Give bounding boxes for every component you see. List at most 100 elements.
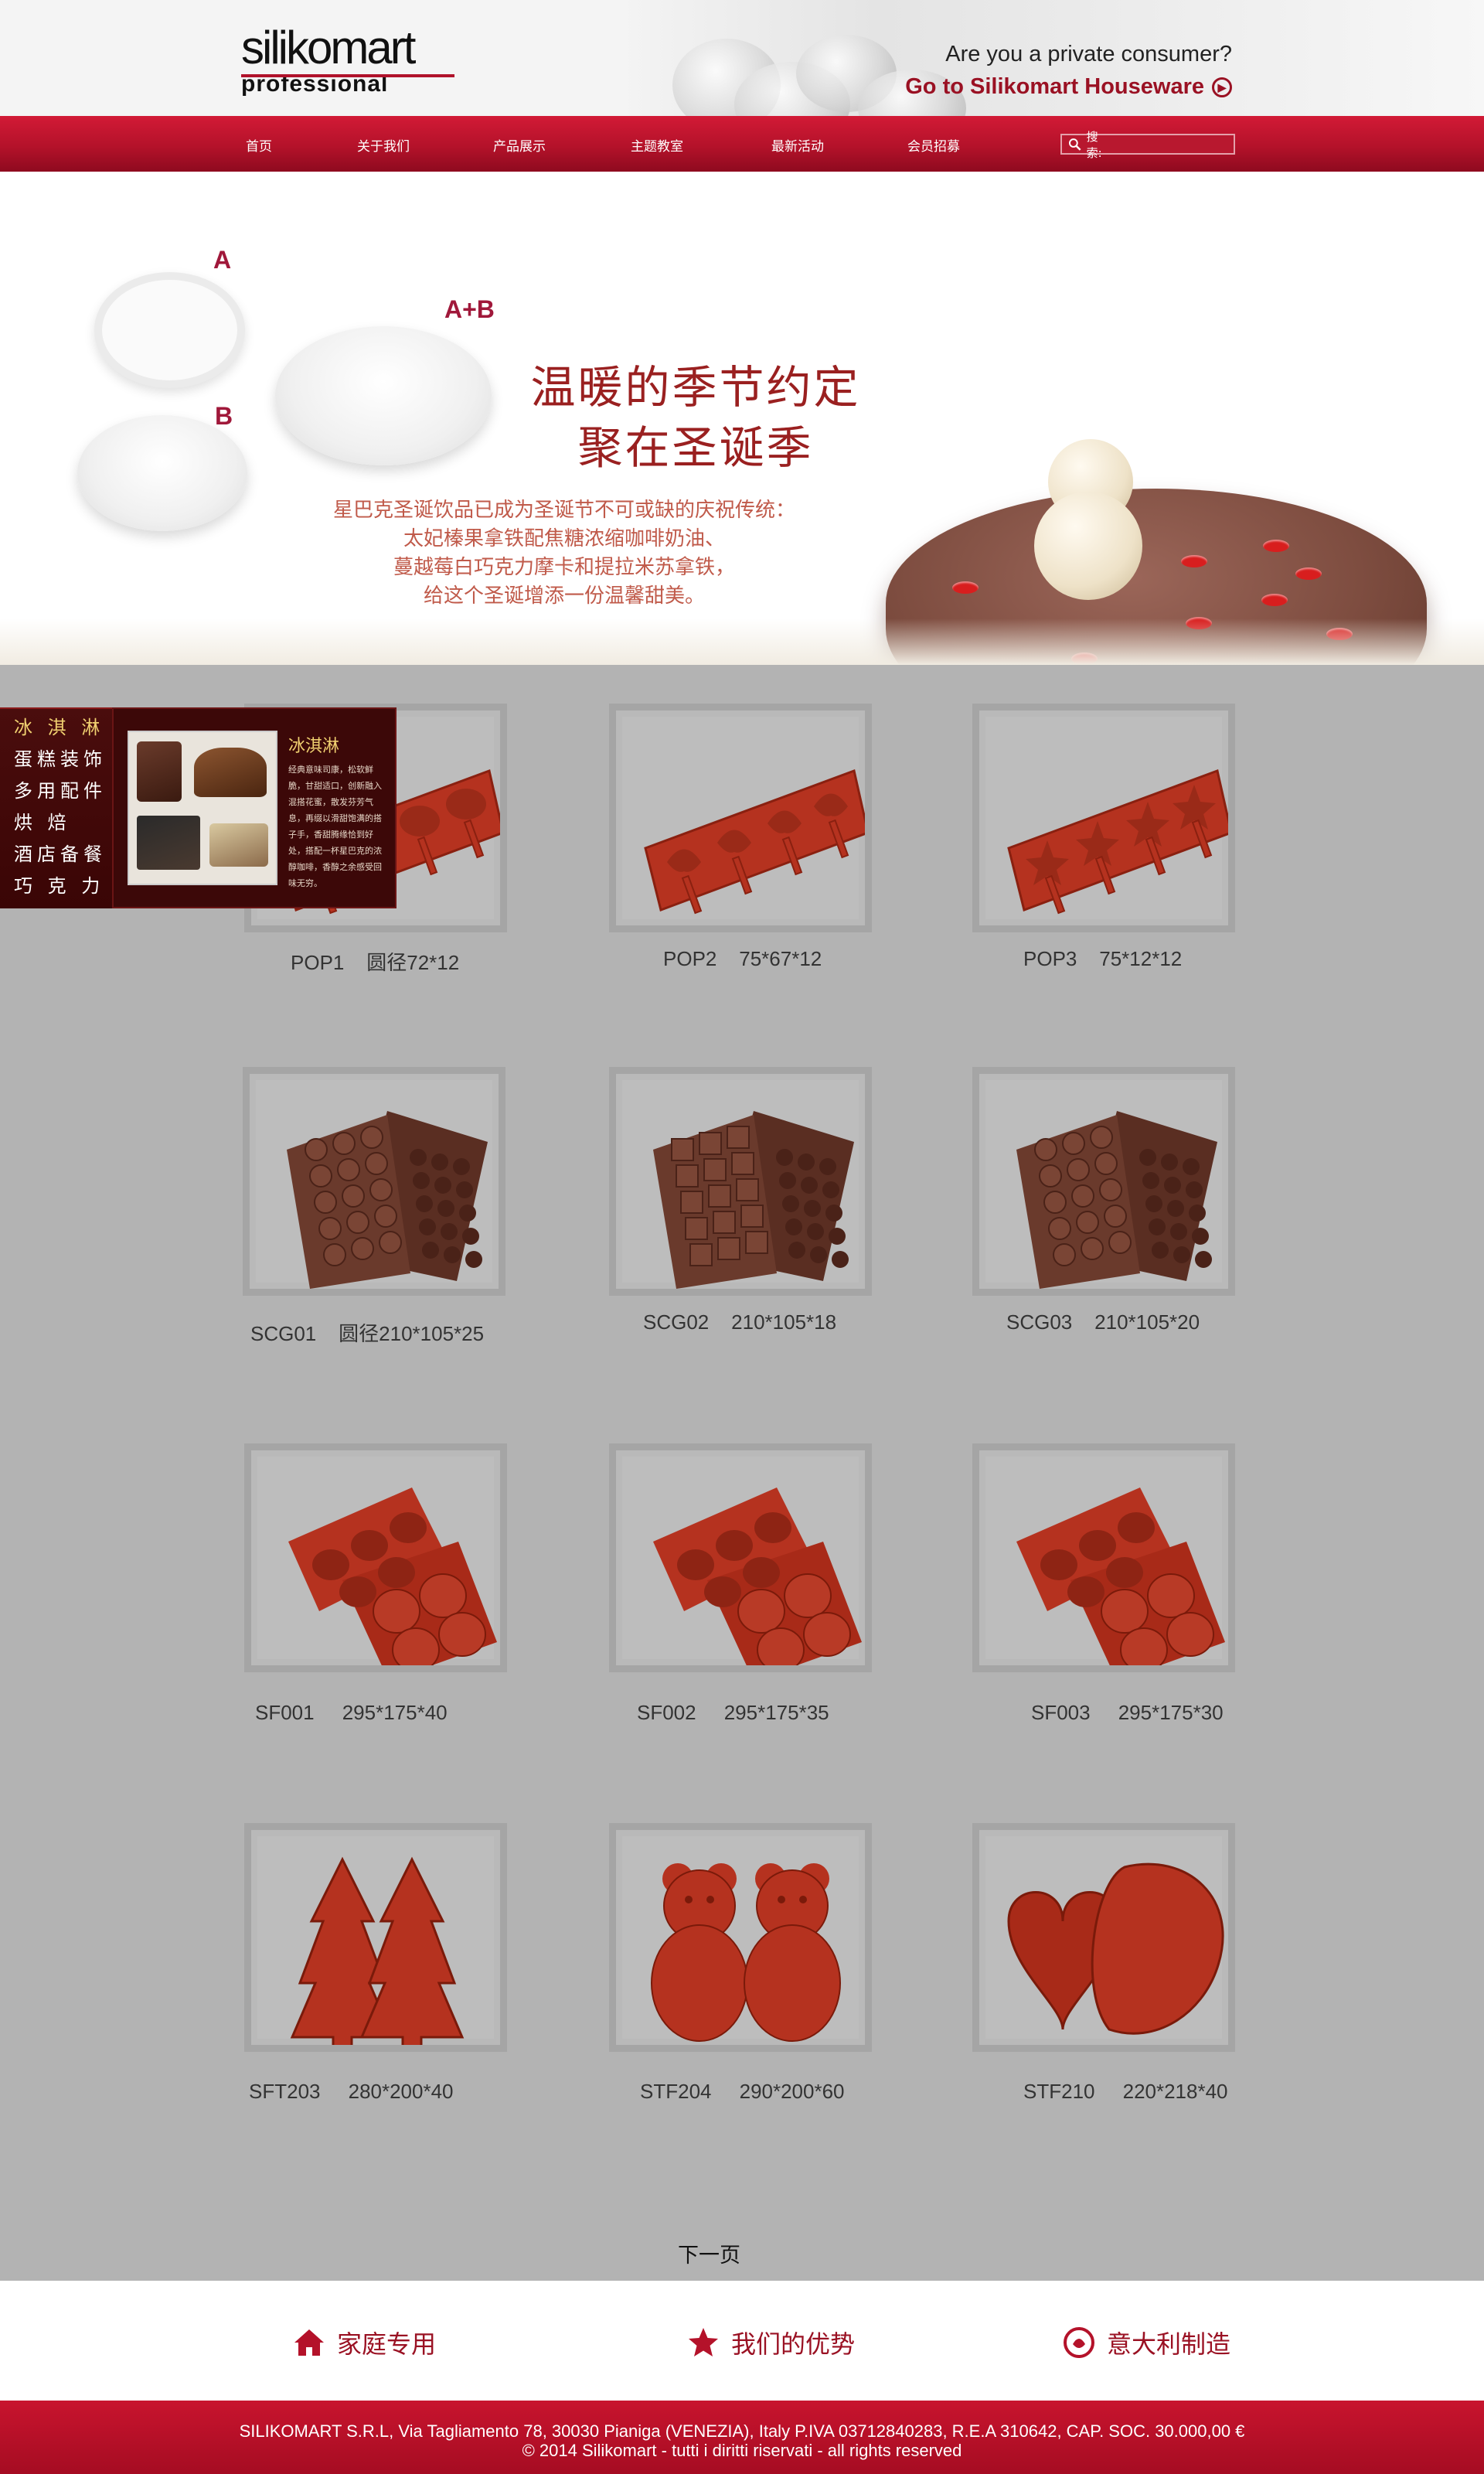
nav-item-events[interactable]: 最新活动 (771, 135, 824, 155)
copyright-bar: SILIKOMART S.R.L, Via Tagliamento 78, 30… (0, 2401, 1484, 2474)
mold-illustration (1007, 1862, 1224, 2035)
footer-link-label: 我们的优势 (731, 2329, 856, 2359)
mold-label-a: A (213, 246, 232, 274)
product-caption: SCG01 圆径210*105*25 (250, 1322, 485, 1345)
raspberry-dot (1181, 555, 1207, 567)
mold-illustration (287, 1111, 488, 1289)
product-image[interactable] (609, 1443, 872, 1672)
category-hotel-prep[interactable]: 酒店备餐 (0, 839, 112, 871)
search-input[interactable] (1118, 137, 1234, 152)
main-nav: 首页 关于我们 产品展示 主题教室 最新活动 会员招募 (0, 116, 1484, 172)
product-caption: SF001 295*175*40 (255, 1701, 448, 1724)
banner-title-line: 温暖的季节约定 (530, 361, 861, 414)
banner-desc-line: 星巴克圣诞饮品已成为圣诞节不可或缺的庆祝传统： (332, 499, 795, 522)
houseware-link-label: Go to Silikomart Houseware (905, 74, 1204, 99)
mold-illustration (1016, 1487, 1225, 1665)
product-image[interactable] (609, 1067, 872, 1296)
category-chocolate[interactable]: 巧 克 力 (0, 871, 112, 902)
mold-illustration (288, 1487, 497, 1665)
mold-illustration (290, 1856, 465, 2045)
search-box: 搜索: (1060, 130, 1235, 160)
next-page-link[interactable]: 下一页 (0, 2238, 1418, 2268)
product-image[interactable] (243, 1067, 505, 1296)
nav-item-products[interactable]: 产品展示 (493, 135, 546, 155)
banner-desc-line: 给这个圣诞增添一份温馨甜美。 (423, 584, 705, 608)
ice-cream-photo (128, 731, 277, 885)
tray-mold-b (77, 415, 247, 531)
logo-brand-text: silikomart (241, 22, 416, 73)
circle-arrow-icon: ▶ (1212, 77, 1232, 97)
nav-item-home[interactable]: 首页 (246, 135, 272, 155)
footer-link-made-in-italy[interactable]: 意大利制造 (1062, 2325, 1230, 2360)
banner-title-line: 聚在圣诞季 (577, 421, 814, 474)
footer-link-label: 意大利制造 (1107, 2329, 1231, 2359)
product-caption: POP1 圆径72*12 (291, 951, 460, 974)
product-image[interactable] (244, 1823, 507, 2052)
private-consumer-question: Are you a private consumer? (945, 42, 1232, 66)
mold-illustration (653, 1487, 862, 1665)
category-side-menu: 冰 淇 淋 蛋糕装饰 多用配件 烘 焙 酒店备餐 巧 克 力 (0, 707, 112, 908)
product-image[interactable] (972, 1067, 1235, 1296)
christmas-banner[interactable]: A B A+B 温暖的季节约定 聚在圣诞季 星巴克圣诞饮品已成为圣诞节不可或缺的… (0, 172, 1484, 665)
product-caption: STF204 290*200*60 (640, 2080, 845, 2103)
product-caption: SCG03 210*105*20 (1006, 1310, 1200, 1334)
nav-item-membership[interactable]: 会员招募 (907, 135, 960, 155)
product-caption: SCG02 210*105*18 (643, 1310, 837, 1334)
search-icon (1068, 138, 1081, 151)
popup-title: 冰淇淋 (288, 737, 340, 756)
product-caption: SFT203 280*200*40 (249, 2080, 454, 2103)
silikomart-logo[interactable]: silikomart professional (241, 25, 465, 102)
product-image[interactable] (244, 1443, 507, 1672)
popup-text: 经典意味司康，松软鲜脆，甘甜适口，创新融入混搭花蜜，散发芬芳气息，再缀以滑甜饱满… (288, 765, 382, 888)
footer-link-home-use[interactable]: 家庭专用 (292, 2325, 436, 2360)
cream-ball (1034, 492, 1142, 600)
raspberry-dot (1261, 594, 1288, 606)
mold-label-b: B (215, 402, 233, 430)
mold-illustration (1016, 1111, 1217, 1289)
product-caption: POP2 75*67*12 (663, 947, 822, 970)
mold-label-ab: A+B (444, 295, 495, 323)
mold-illustration (1007, 768, 1228, 915)
site-header: silikomart professional Are you a privat… (0, 0, 1484, 116)
raspberry-dot (1295, 567, 1322, 580)
company-address: SILIKOMART S.R.L, Via Tagliamento 78, 30… (239, 2421, 1245, 2441)
house-icon (294, 2329, 324, 2356)
product-image[interactable] (972, 1823, 1235, 2052)
category-popup[interactable]: 冰淇淋 经典意味司康，松软鲜脆，甘甜适口，创新融入混搭花蜜，散发芬芳气息，再缀以… (112, 707, 397, 908)
star-icon (689, 2328, 718, 2356)
raspberry-dot (952, 581, 979, 594)
houseware-link[interactable]: Go to Silikomart Houseware ▶ (905, 74, 1232, 100)
mold-illustration (653, 1111, 854, 1289)
category-accessories[interactable]: 多用配件 (0, 775, 112, 807)
footer-link-label: 家庭专用 (337, 2329, 437, 2359)
banner-bottom-fade (0, 618, 1484, 665)
logo-underline (241, 74, 454, 77)
product-caption: POP3 75*12*12 (1023, 947, 1183, 970)
banner-description: 星巴克圣诞饮品已成为圣诞节不可或缺的庆祝传统： 太妃榛果拿铁配焦糖浓缩咖啡奶油、… (278, 496, 850, 611)
ring-mold-a (94, 272, 245, 388)
footer-feature-links: 家庭专用 我们的优势 意大利制造 (0, 2281, 1484, 2401)
mold-illustration (644, 768, 865, 915)
product-caption: STF210 220*218*40 (1023, 2080, 1228, 2103)
search-label: 搜索: (1086, 129, 1102, 160)
nav-item-about[interactable]: 关于我们 (357, 135, 410, 155)
product-image[interactable] (609, 704, 872, 932)
banner-desc-line: 蔓越莓白巧克力摩卡和提拉米苏拿铁， (393, 556, 735, 579)
category-cake-decoration[interactable]: 蛋糕装饰 (0, 744, 112, 775)
category-ice-cream[interactable]: 冰 淇 淋 (0, 712, 112, 744)
italy-badge-icon (1064, 2327, 1094, 2358)
banner-title: 温暖的季节约定 聚在圣诞季 (502, 357, 889, 478)
category-baking[interactable]: 烘 焙 (0, 807, 112, 839)
nav-item-classroom[interactable]: 主题教室 (631, 135, 683, 155)
mold-illustration (651, 1863, 841, 2042)
product-caption: SF003 295*175*30 (1031, 1701, 1224, 1724)
banner-desc-line: 太妃榛果拿铁配焦糖浓缩咖啡奶油、 (403, 527, 725, 550)
combined-mold-ab (275, 326, 492, 465)
product-image[interactable] (972, 1443, 1235, 1672)
copyright-text: © 2014 Silikomart - tutti i diritti rise… (522, 2441, 962, 2460)
product-caption: SF002 295*175*35 (637, 1701, 829, 1724)
raspberry-dot (1263, 540, 1289, 552)
product-image[interactable] (609, 1823, 872, 2052)
product-image[interactable] (972, 704, 1235, 932)
footer-link-advantages[interactable]: 我们的优势 (686, 2325, 855, 2360)
